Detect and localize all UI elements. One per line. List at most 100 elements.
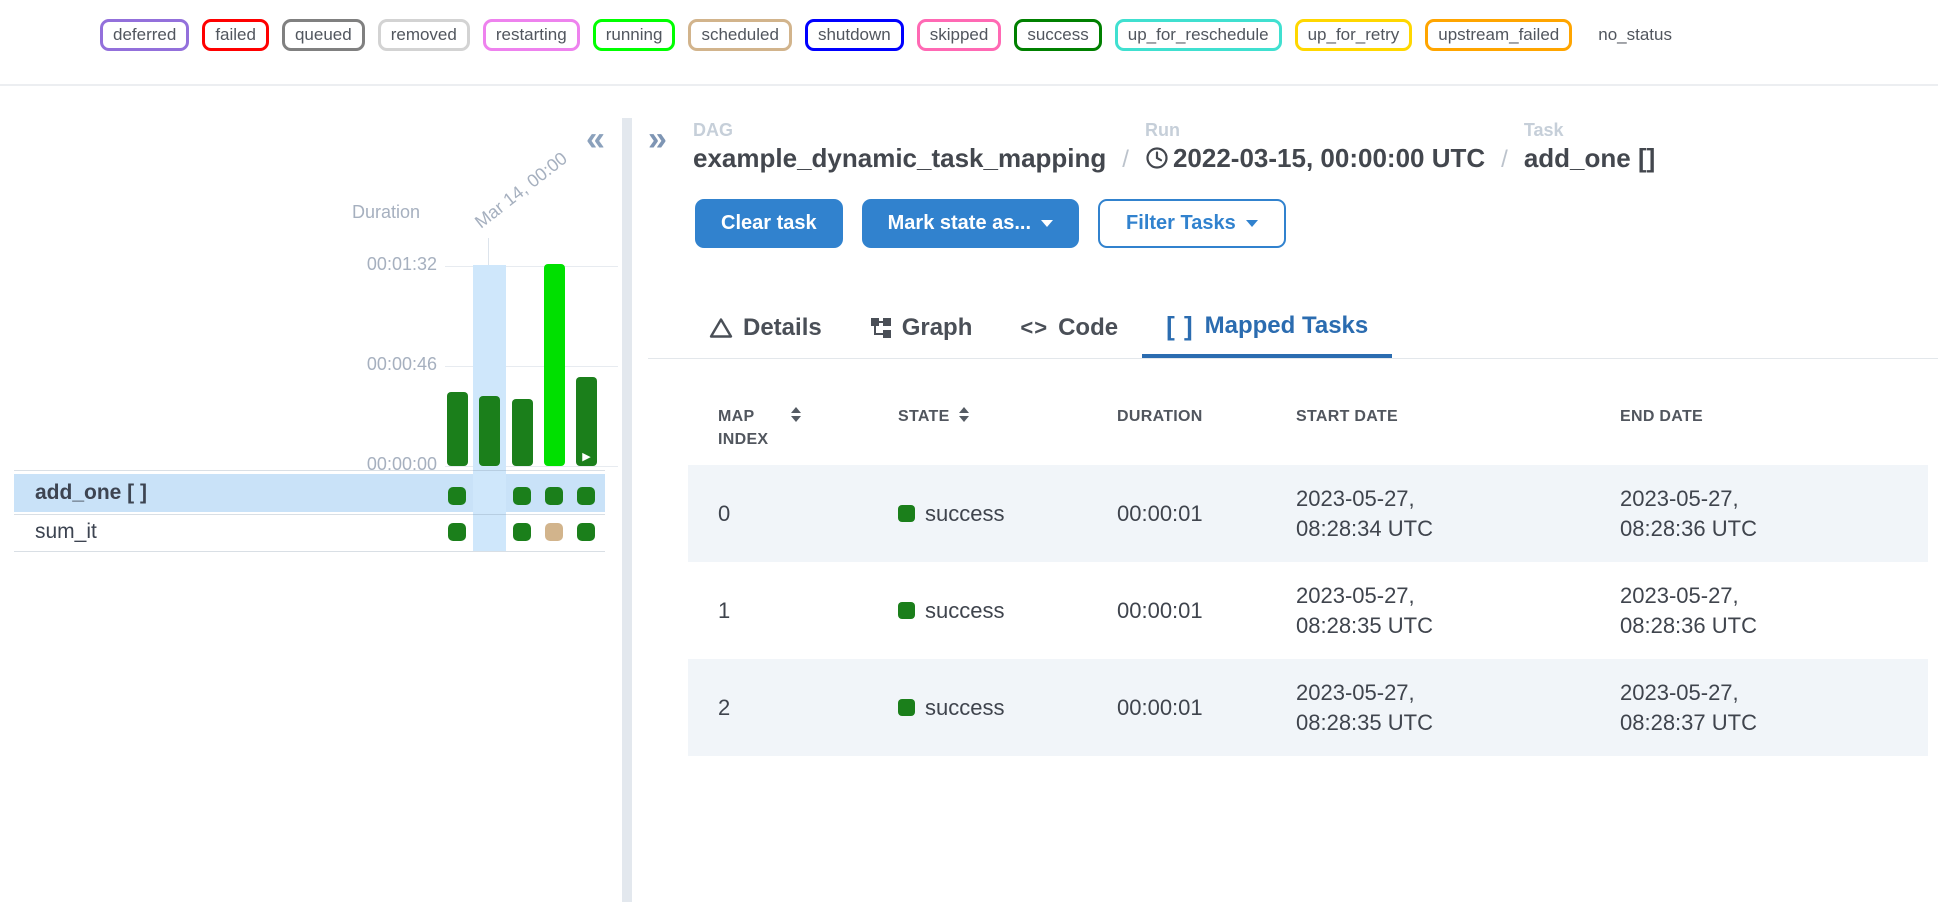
row-separator: [14, 514, 605, 515]
state-cell: success: [898, 598, 1117, 624]
status-badge-up_for_reschedule: up_for_reschedule: [1115, 19, 1282, 51]
task-instance-square-success[interactable]: [513, 487, 531, 505]
status-badge-removed: removed: [378, 19, 470, 51]
end-date-cell: 2023-05-27, 08:28:37 UTC: [1620, 678, 1820, 737]
task-name-add-one[interactable]: add_one [ ]: [35, 481, 147, 505]
state-color-square: [898, 505, 915, 522]
map-index-header-label: MAP INDEX: [718, 405, 782, 451]
task-name-sum-it[interactable]: sum_it: [35, 520, 97, 544]
status-legend: deferredfailedqueuedremovedrestartingrun…: [100, 19, 1685, 51]
code-icon: <>: [1020, 315, 1048, 341]
task-instance-square-success[interactable]: [545, 487, 563, 505]
status-badge-failed: failed: [202, 19, 269, 51]
clear-task-button[interactable]: Clear task: [695, 199, 843, 248]
mapped-tasks-header-row: MAP INDEX STATE DURATION START DATE END …: [688, 395, 1928, 465]
gridline: [445, 366, 618, 367]
breadcrumb-task-group: Task add_one []: [1524, 120, 1655, 174]
triangle-alert-icon: [709, 317, 733, 339]
start-date-header-label: START DATE: [1296, 405, 1398, 428]
status-badge-running: running: [593, 19, 676, 51]
task-row-add-one[interactable]: add_one [ ]: [14, 474, 605, 512]
state-color-square: [898, 602, 915, 619]
tab-details-label: Details: [743, 314, 822, 342]
status-badge-restarting: restarting: [483, 19, 580, 51]
dag-run-bar-1[interactable]: [479, 396, 500, 466]
tab-graph[interactable]: Graph: [846, 298, 997, 358]
expand-details-panel-icon[interactable]: »: [648, 122, 667, 156]
duration-cell: 00:00:01: [1117, 598, 1296, 624]
mapped-task-row[interactable]: 0 success 00:00:01 2023-05-27, 08:28:34 …: [688, 465, 1928, 562]
end-date-cell: 2023-05-27, 08:28:36 UTC: [1620, 484, 1820, 543]
dag-run-bar-3[interactable]: [544, 264, 565, 466]
duration-header-label: DURATION: [1117, 405, 1203, 428]
caret-down-icon: [1246, 220, 1258, 227]
tab-mapped-tasks[interactable]: [ ] Mapped Tasks: [1142, 298, 1392, 358]
task-instance-square-scheduled[interactable]: [545, 523, 563, 541]
dag-run-bar-4[interactable]: ▶: [576, 377, 597, 466]
graph-icon: [870, 317, 892, 339]
map-index-cell: 2: [718, 695, 898, 721]
tab-graph-label: Graph: [902, 314, 973, 342]
clear-task-label: Clear task: [721, 212, 817, 235]
task-instance-square-success[interactable]: [577, 523, 595, 541]
breadcrumb-separator: /: [1122, 146, 1129, 174]
state-cell: success: [898, 695, 1117, 721]
breadcrumb-run-group: Run 2022-03-15, 00:00:00 UTC: [1145, 120, 1485, 174]
sort-icon[interactable]: [959, 407, 969, 422]
filter-tasks-label: Filter Tasks: [1126, 212, 1236, 235]
mark-state-as-button[interactable]: Mark state as...: [862, 199, 1079, 248]
map-index-cell: 0: [718, 501, 898, 527]
task-instance-square-success[interactable]: [448, 523, 466, 541]
task-row-sum-it[interactable]: sum_it: [14, 515, 605, 549]
duration-axis-title: Duration: [352, 202, 420, 223]
state-text: success: [925, 598, 1004, 624]
panel-resize-handle[interactable]: [622, 118, 632, 902]
state-text: success: [925, 695, 1004, 721]
breadcrumb-dag-group: DAG example_dynamic_task_mapping: [693, 120, 1106, 174]
filter-tasks-button[interactable]: Filter Tasks: [1098, 199, 1286, 248]
dag-run-bar-0[interactable]: [447, 392, 468, 466]
state-cell: success: [898, 501, 1117, 527]
dag-run-bar-2[interactable]: [512, 399, 533, 466]
legend-divider: [0, 84, 1938, 86]
mapped-task-row[interactable]: 2 success 00:00:01 2023-05-27, 08:28:35 …: [688, 659, 1928, 756]
duration-cell: 00:00:01: [1117, 501, 1296, 527]
map-index-cell: 1: [718, 598, 898, 624]
row-separator: [14, 470, 605, 471]
task-instance-square-success[interactable]: [577, 487, 595, 505]
column-header-map-index[interactable]: MAP INDEX: [718, 405, 898, 451]
end-date-cell: 2023-05-27, 08:28:36 UTC: [1620, 581, 1820, 640]
gridline: [445, 466, 618, 467]
status-badge-upstream_failed: upstream_failed: [1425, 19, 1572, 51]
selected-run-tick: [488, 238, 489, 266]
task-actions: Clear task Mark state as... Filter Tasks: [695, 199, 1286, 248]
y-tick-label: 00:00:00: [337, 454, 437, 475]
y-tick-label: 00:00:46: [337, 354, 437, 375]
manual-run-icon: ▶: [576, 452, 597, 463]
tab-details[interactable]: Details: [685, 298, 846, 358]
dag-name-link[interactable]: example_dynamic_task_mapping: [693, 142, 1106, 175]
y-tick-label: 00:01:32: [337, 254, 437, 275]
brackets-icon: [ ]: [1166, 311, 1195, 342]
collapse-grid-panel-icon[interactable]: «: [586, 122, 605, 156]
task-label: Task: [1524, 120, 1655, 142]
run-date-tick-label: Mar 14, 00:00: [471, 148, 571, 233]
task-instance-square-success[interactable]: [513, 523, 531, 541]
status-badge-shutdown: shutdown: [805, 19, 904, 51]
task-link[interactable]: add_one []: [1524, 142, 1655, 175]
status-badge-skipped: skipped: [917, 19, 1002, 51]
breadcrumb: DAG example_dynamic_task_mapping / Run 2…: [693, 120, 1655, 174]
run-link[interactable]: 2022-03-15, 00:00:00 UTC: [1145, 142, 1485, 175]
column-header-state[interactable]: STATE: [898, 405, 1117, 451]
tab-code-label: Code: [1058, 314, 1118, 342]
status-badge-scheduled: scheduled: [688, 19, 792, 51]
caret-down-icon: [1041, 220, 1053, 227]
tab-mapped-tasks-label: Mapped Tasks: [1205, 312, 1369, 340]
mapped-task-row[interactable]: 1 success 00:00:01 2023-05-27, 08:28:35 …: [688, 562, 1928, 659]
state-header-label: STATE: [898, 405, 950, 428]
detail-tabs: Details Graph <> Code [ ] Mapped Tasks: [648, 298, 1938, 359]
tab-code[interactable]: <> Code: [996, 298, 1142, 358]
sort-icon[interactable]: [791, 407, 801, 422]
breadcrumb-separator: /: [1501, 146, 1508, 174]
task-instance-square-success[interactable]: [448, 487, 466, 505]
